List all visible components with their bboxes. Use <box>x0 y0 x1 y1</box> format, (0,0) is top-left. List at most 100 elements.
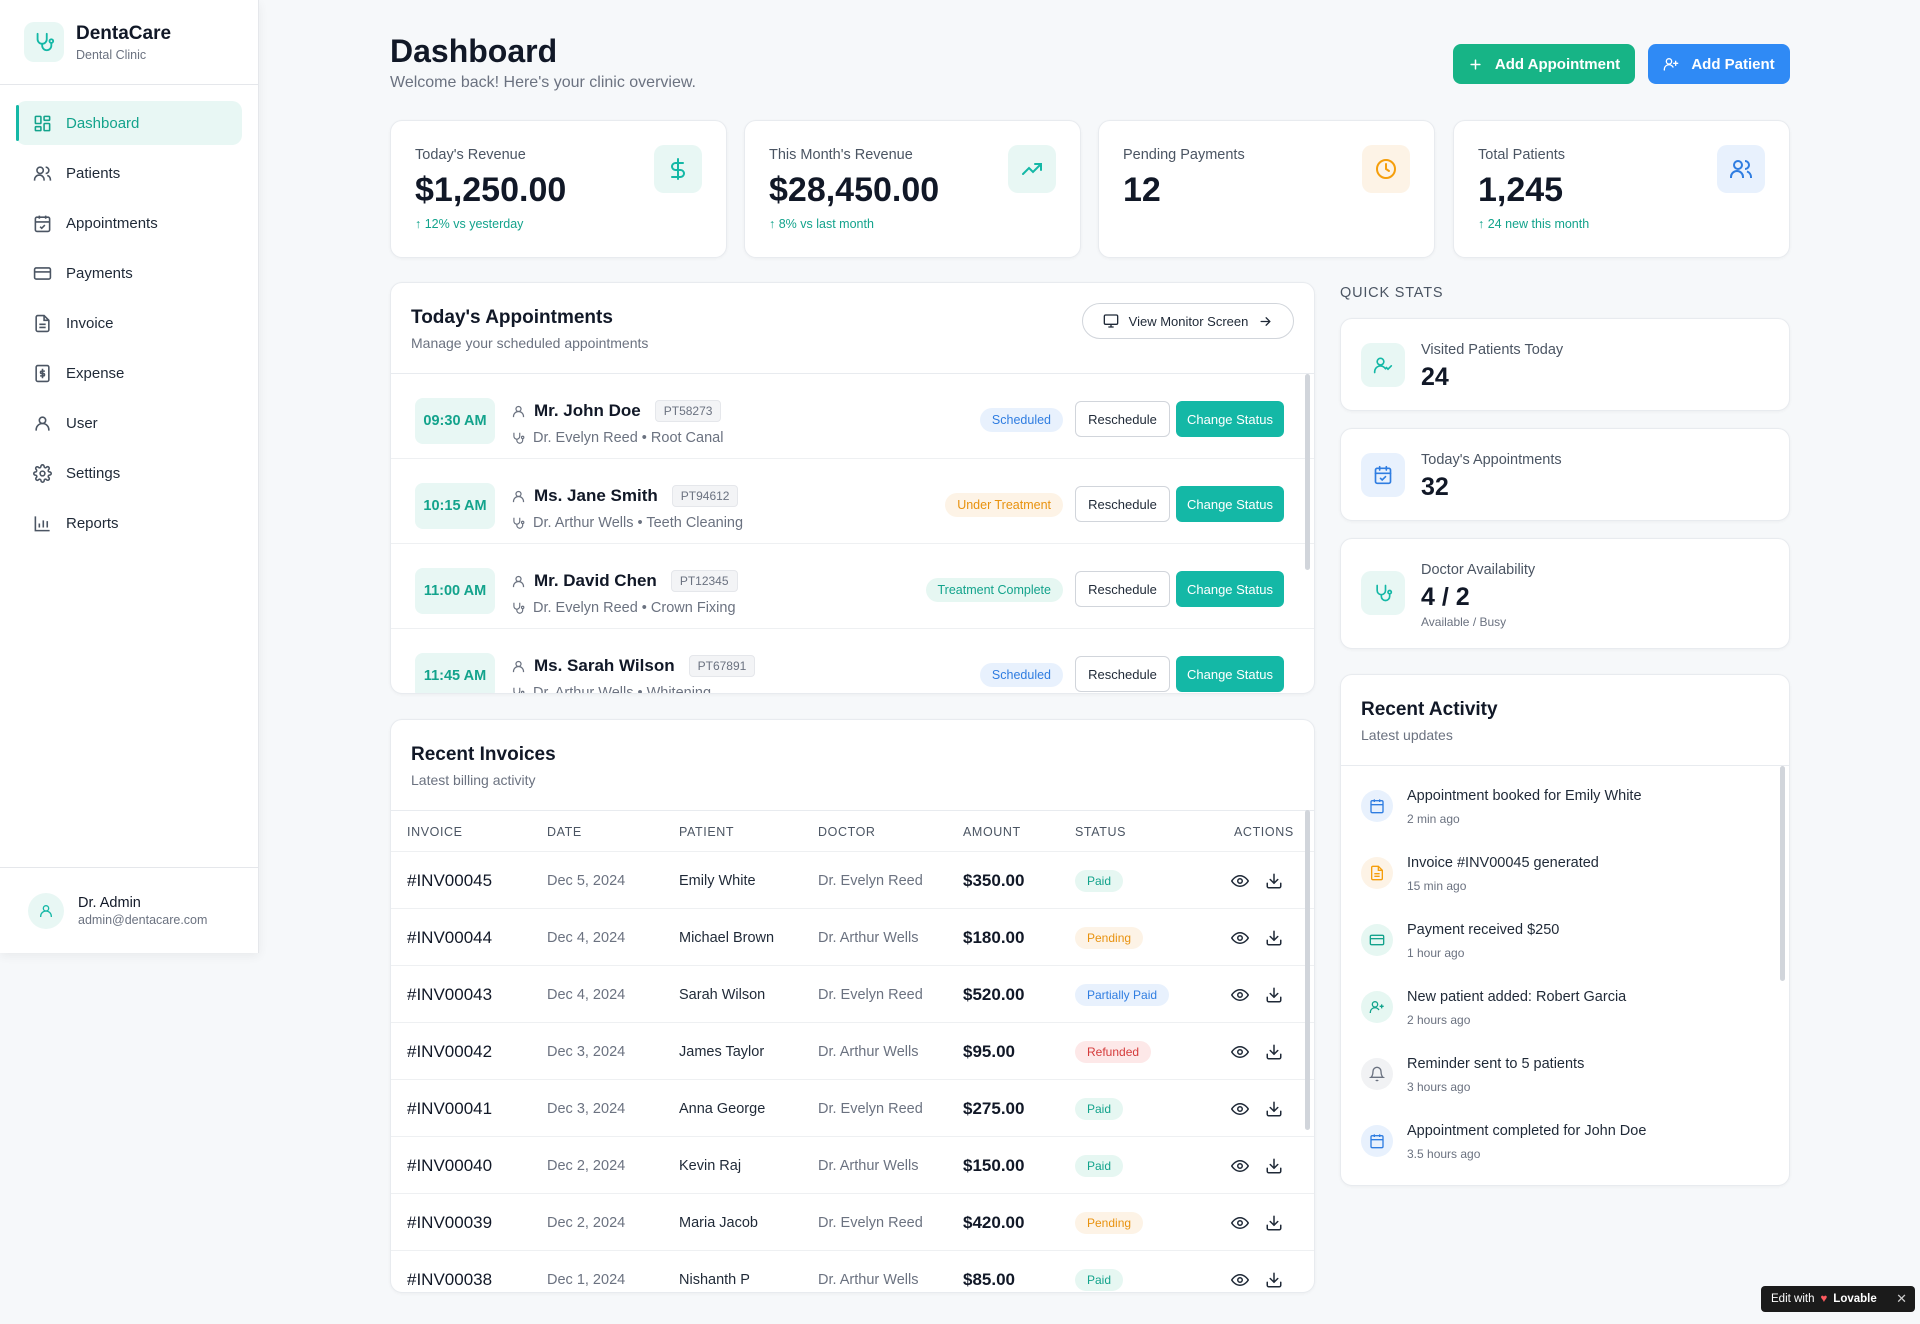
download-icon[interactable] <box>1265 1043 1283 1061</box>
invoice-date: Dec 1, 2024 <box>547 1271 626 1288</box>
add-appointment-button[interactable]: Add Appointment <box>1453 44 1635 84</box>
file-text-icon <box>32 313 52 333</box>
invoice-amount: $520.00 <box>963 984 1025 1004</box>
invoice-number[interactable]: #INV00044 <box>407 909 492 966</box>
stethoscope-icon <box>513 517 525 529</box>
reschedule-button[interactable]: Reschedule <box>1075 401 1170 437</box>
user-icon <box>32 413 52 433</box>
patient-id: PT12345 <box>670 570 738 592</box>
activity-list[interactable]: Appointment booked for Emily White 2 min… <box>1341 765 1789 1185</box>
reschedule-button[interactable]: Reschedule <box>1075 571 1170 607</box>
change-status-button[interactable]: Change Status <box>1176 401 1284 437</box>
recent-activity-panel: Recent Activity Latest updates Appointme… <box>1340 674 1790 1186</box>
activity-time: 2 hours ago <box>1407 1013 1471 1027</box>
status-badge: Pending <box>1075 926 1144 949</box>
doctor-procedure: Dr. Evelyn Reed • Crown Fixing <box>533 600 736 616</box>
quick-stat-doctor-availability: Doctor Availability 4 / 2 Available / Bu… <box>1340 538 1790 649</box>
invoice-number[interactable]: #INV00043 <box>407 966 492 1023</box>
avatar <box>28 892 64 929</box>
sidebar-item-expense[interactable]: Expense <box>16 351 242 395</box>
sidebar-item-invoice[interactable]: Invoice <box>16 301 242 345</box>
eye-icon[interactable] <box>1231 1157 1249 1175</box>
download-icon[interactable] <box>1265 1100 1283 1118</box>
add-patient-button[interactable]: Add Patient <box>1648 44 1790 84</box>
dollar-icon <box>654 145 702 193</box>
eye-icon[interactable] <box>1231 1043 1249 1061</box>
sidebar-item-user[interactable]: User <box>16 401 242 445</box>
eye-icon[interactable] <box>1231 1271 1249 1289</box>
download-icon[interactable] <box>1265 872 1283 890</box>
sidebar-item-settings[interactable]: Settings <box>16 451 242 495</box>
activity-item: Appointment booked for Emily White 2 min… <box>1361 786 1769 846</box>
eye-icon[interactable] <box>1231 872 1249 890</box>
patient-name[interactable]: Ms. Sarah Wilson <box>534 656 675 676</box>
change-status-button[interactable]: Change Status <box>1176 486 1284 522</box>
invoice-doctor: Dr. Arthur Wells <box>818 1043 919 1060</box>
quick-stats-label: QUICK STATS <box>1340 285 1444 301</box>
invoice-doctor: Dr. Evelyn Reed <box>818 872 923 889</box>
quick-stat-title: Today's Appointments <box>1421 452 1562 468</box>
table-row: #INV00038 Dec 1, 2024 Nishanth P Dr. Arthur… <box>391 1251 1314 1292</box>
brand-subtitle: Dental Clinic <box>76 47 147 62</box>
patient-name[interactable]: Mr. John Doe <box>534 401 641 421</box>
invoice-number[interactable]: #INV00040 <box>407 1137 492 1194</box>
sidebar-item-reports[interactable]: Reports <box>16 501 242 545</box>
reschedule-button[interactable]: Reschedule <box>1075 656 1170 692</box>
users-icon <box>1717 145 1765 193</box>
change-status-button[interactable]: Change Status <box>1176 571 1284 607</box>
appointments-scrollbar[interactable] <box>1305 374 1310 570</box>
brand[interactable]: DentaCare Dental Clinic <box>0 0 258 85</box>
activity-item: Reminder sent to 5 patients 3 hours ago <box>1361 1054 1769 1114</box>
invoice-number[interactable]: #INV00045 <box>407 852 492 909</box>
invoice-date: Dec 5, 2024 <box>547 872 626 889</box>
invoice-patient: Kevin Raj <box>679 1157 742 1174</box>
invoice-number[interactable]: #INV00038 <box>407 1251 492 1292</box>
stat-trend: ↑ 24 new this month <box>1478 217 1590 231</box>
invoice-date: Dec 4, 2024 <box>547 986 626 1003</box>
invoice-number[interactable]: #INV00039 <box>407 1194 492 1251</box>
download-icon[interactable] <box>1265 986 1283 1004</box>
activity-scrollbar[interactable] <box>1780 766 1785 981</box>
activity-time: 1 hour ago <box>1407 946 1465 960</box>
view-monitor-label: View Monitor Screen <box>1128 313 1249 329</box>
sidebar-item-payments[interactable]: Payments <box>16 251 242 295</box>
eye-icon[interactable] <box>1231 1100 1249 1118</box>
eye-icon[interactable] <box>1231 986 1249 1004</box>
eye-icon[interactable] <box>1231 1214 1249 1232</box>
invoices-table-body[interactable]: #INV00045 Dec 5, 2024 Emily White Dr. Evely… <box>391 852 1314 1292</box>
sidebar-item-label: Patients <box>66 164 121 182</box>
appointment-time: 09:30 AM <box>415 398 495 444</box>
edit-with-lovable-badge[interactable]: Edit with ♥ Lovable ✕ <box>1761 1286 1915 1312</box>
patient-name[interactable]: Mr. David Chen <box>534 571 657 591</box>
download-icon[interactable] <box>1265 1157 1283 1175</box>
download-icon[interactable] <box>1265 1214 1283 1232</box>
reschedule-button[interactable]: Reschedule <box>1075 486 1170 522</box>
invoice-number[interactable]: #INV00041 <box>407 1080 492 1137</box>
download-icon[interactable] <box>1265 929 1283 947</box>
patient-id: PT67891 <box>688 655 756 677</box>
column-header: ACTIONS <box>1234 825 1294 839</box>
appointments-list[interactable]: 09:30 AM Mr. John Doe PT58273 Dr. Evelyn… <box>391 373 1314 693</box>
invoice-actions <box>1231 966 1299 1023</box>
invoice-doctor: Dr. Evelyn Reed <box>818 986 923 1003</box>
sidebar-item-label: Settings <box>66 464 121 482</box>
invoice-actions <box>1231 1251 1299 1292</box>
invoice-amount: $350.00 <box>963 870 1025 890</box>
patient-name[interactable]: Ms. Jane Smith <box>534 486 658 506</box>
sidebar-user[interactable]: Dr. Admin admin@dentacare.com <box>0 867 258 953</box>
invoice-number[interactable]: #INV00042 <box>407 1023 492 1080</box>
download-icon[interactable] <box>1265 1271 1283 1289</box>
calendar-check-icon <box>1361 453 1405 497</box>
sidebar-item-appointments[interactable]: Appointments <box>16 201 242 245</box>
invoice-actions <box>1231 1023 1299 1080</box>
eye-icon[interactable] <box>1231 929 1249 947</box>
sidebar-item-dashboard[interactable]: Dashboard <box>16 101 242 145</box>
sidebar-item-patients[interactable]: Patients <box>16 151 242 195</box>
invoice-amount: $85.00 <box>963 1269 1015 1289</box>
view-monitor-button[interactable]: View Monitor Screen <box>1082 303 1294 339</box>
user-icon <box>512 660 525 672</box>
invoices-scrollbar[interactable] <box>1305 810 1310 1130</box>
change-status-button[interactable]: Change Status <box>1176 656 1284 692</box>
close-icon[interactable]: ✕ <box>1896 1291 1907 1307</box>
invoice-doctor: Dr. Arthur Wells <box>818 1271 919 1288</box>
